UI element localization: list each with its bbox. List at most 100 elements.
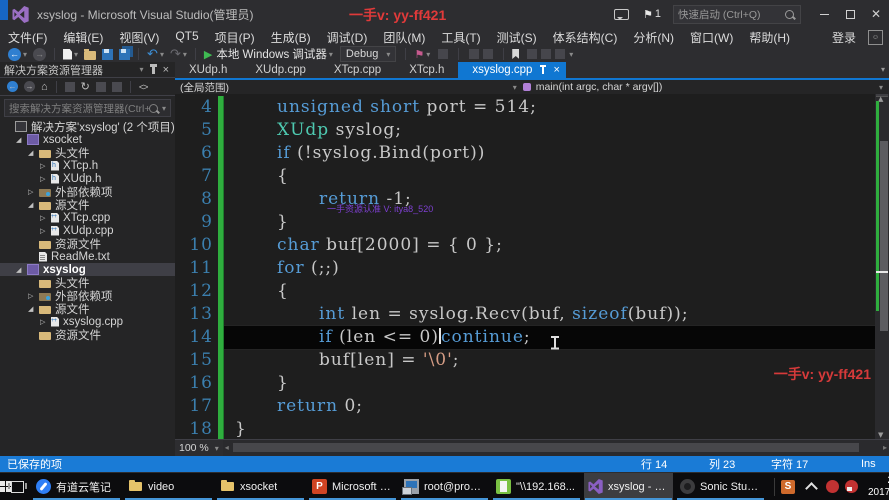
collapse-all-icon[interactable]: [96, 82, 106, 92]
horizontal-scrollbar[interactable]: ◂ ▸: [223, 440, 889, 456]
vertical-scrollbar[interactable]: ▲ ▼: [875, 94, 889, 440]
close-button[interactable]: ✕: [863, 3, 889, 25]
menu-item[interactable]: 调试(D): [319, 29, 376, 46]
code-line[interactable]: }: [235, 418, 875, 440]
taskbar-item[interactable]: PMicrosoft P...: [308, 473, 397, 500]
tab-close-icon[interactable]: ×: [553, 64, 559, 76]
restore-button[interactable]: [837, 3, 863, 25]
tray-s-icon[interactable]: S: [781, 480, 795, 494]
hscrollbar-thumb[interactable]: [233, 443, 859, 452]
sign-in-link[interactable]: 登录: [832, 29, 856, 46]
tree-expander-icon[interactable]: ◢: [16, 266, 27, 274]
toolbar-misc2-icon[interactable]: [469, 49, 479, 59]
new-file-icon[interactable]: [63, 49, 72, 60]
menu-item[interactable]: 测试(S): [489, 29, 545, 46]
configuration-dropdown[interactable]: Debug ▾: [340, 46, 396, 62]
scroll-right-icon[interactable]: ▸: [883, 443, 887, 452]
explorer-forward-icon[interactable]: →: [24, 81, 35, 92]
tree-item[interactable]: ▷XTcp.cpp: [0, 211, 175, 224]
home-icon[interactable]: ⌂: [41, 81, 48, 93]
tab-XUdp.cpp[interactable]: XUdp.cpp: [241, 62, 320, 78]
tree-item[interactable]: ReadMe.txt: [0, 250, 175, 263]
tree-item[interactable]: ◢头文件: [0, 146, 175, 159]
code-line[interactable]: unsigned short port = 514;: [235, 96, 875, 119]
zoom-dropdown[interactable]: 100 % ▾: [175, 440, 223, 456]
tree-expander-icon[interactable]: ▷: [28, 292, 39, 300]
feedback-bubble-icon[interactable]: [614, 9, 629, 20]
taskbar-item[interactable]: Sonic Studio: [676, 473, 765, 500]
tree-item[interactable]: 解决方案'xsyslog' (2 个项目): [0, 120, 175, 133]
menu-item[interactable]: 窗口(W): [682, 29, 741, 46]
taskbar-item[interactable]: video: [124, 473, 213, 500]
menu-item[interactable]: 帮助(H): [741, 29, 798, 46]
redo-icon[interactable]: ↷: [170, 46, 181, 62]
member-dropdown[interactable]: main(int argc, char * argv[]) ▾: [523, 81, 889, 93]
tree-item[interactable]: ▷XTcp.h: [0, 159, 175, 172]
scope-dropdown[interactable]: (全局范围) ▾: [175, 80, 523, 95]
breakpoint-flag-icon[interactable]: ⚑: [414, 48, 424, 61]
taskbar-item[interactable]: xsyslog - M...: [584, 473, 673, 500]
taskbar-clock[interactable]: 23:57 2017/2/16: [868, 475, 889, 499]
tree-expander-icon[interactable]: ▷: [40, 214, 51, 222]
tab-XTcp.h[interactable]: XTcp.h: [395, 62, 458, 78]
tree-item[interactable]: 资源文件: [0, 328, 175, 341]
tab-overflow-icon[interactable]: ▾: [881, 65, 885, 74]
refresh-icon[interactable]: ↻: [81, 80, 90, 93]
panel-close-icon[interactable]: ×: [163, 64, 169, 76]
save-all-icon[interactable]: [119, 49, 130, 60]
tray-expand-chevron-icon[interactable]: [805, 482, 818, 495]
open-file-icon[interactable]: [84, 51, 96, 60]
menu-item[interactable]: QT5: [167, 29, 206, 46]
bookmark-prev-icon[interactable]: [527, 49, 537, 59]
menu-item[interactable]: 项目(P): [207, 29, 263, 46]
tree-item[interactable]: 资源文件: [0, 237, 175, 250]
bookmark-clear-icon[interactable]: [555, 49, 565, 59]
menu-item[interactable]: 视图(V): [111, 29, 167, 46]
code-line[interactable]: for (;;): [235, 257, 875, 280]
taskbar-item[interactable]: "\\192.168...: [492, 473, 581, 500]
toolbar-misc3-icon[interactable]: [483, 49, 493, 59]
taskbar-item[interactable]: 有道云笔记: [32, 473, 121, 500]
taskbar-item[interactable]: root@prom...: [400, 473, 489, 500]
explorer-search-input[interactable]: 搜索解决方案资源管理器(Ctrl+;) ▾: [4, 99, 171, 117]
tray-record-icon[interactable]: [826, 480, 839, 493]
properties-icon[interactable]: [65, 82, 75, 92]
tab-xsyslog.cpp[interactable]: xsyslog.cpp×: [458, 62, 566, 78]
code-line[interactable]: XUdp syslog;: [235, 119, 875, 142]
navigate-forward-icon[interactable]: →: [33, 48, 46, 61]
taskbar-item[interactable]: xsocket: [216, 473, 305, 500]
tab-XUdp.h[interactable]: XUdp.h: [175, 62, 241, 78]
pin-icon[interactable]: [152, 66, 155, 74]
menu-item[interactable]: 文件(F): [0, 29, 55, 46]
code-line[interactable]: {: [235, 165, 875, 188]
tree-expander-icon[interactable]: ▷: [40, 175, 51, 183]
menu-item[interactable]: 编辑(E): [55, 29, 111, 46]
code-line[interactable]: char buf[2000] = { 0 };: [235, 234, 875, 257]
view-code-icon[interactable]: <>: [139, 82, 148, 92]
menu-item[interactable]: 团队(M): [375, 29, 433, 46]
tree-expander-icon[interactable]: ◢: [16, 136, 27, 144]
tree-item[interactable]: ◢源文件: [0, 302, 175, 315]
tree-expander-icon[interactable]: ▷: [40, 227, 51, 235]
start-debug-button[interactable]: ▶ 本地 Windows 调试器 ▾: [204, 46, 333, 62]
menu-item[interactable]: 体系结构(C): [545, 29, 626, 46]
tree-expander-icon[interactable]: ▷: [28, 188, 39, 196]
explorer-back-icon[interactable]: ←: [7, 81, 18, 92]
menu-item[interactable]: 分析(N): [625, 29, 682, 46]
bookmark-icon[interactable]: [512, 49, 519, 59]
code-line[interactable]: int len = syslog.Recv(buf, sizeof(buf));: [235, 303, 875, 326]
tab-pin-icon[interactable]: [542, 67, 544, 74]
code-editor[interactable]: 456789101112131415161718 unsigned short …: [175, 94, 889, 440]
tree-expander-icon[interactable]: ▷: [40, 318, 51, 326]
scrollbar-thumb[interactable]: [880, 141, 888, 331]
tree-expander-icon[interactable]: ◢: [28, 201, 39, 209]
minimize-button[interactable]: [811, 3, 837, 25]
tree-expander-icon[interactable]: ▷: [40, 162, 51, 170]
feedback-smiley-icon[interactable]: ☺: [868, 30, 883, 45]
scroll-down-icon[interactable]: ▼: [878, 431, 884, 439]
code-line[interactable]: return 0;: [235, 395, 875, 418]
code-line[interactable]: if (!syslog.Bind(port)): [235, 142, 875, 165]
toolbar-misc-icon[interactable]: [438, 49, 448, 59]
tree-expander-icon[interactable]: ◢: [28, 305, 39, 313]
show-all-files-icon[interactable]: [112, 82, 122, 92]
